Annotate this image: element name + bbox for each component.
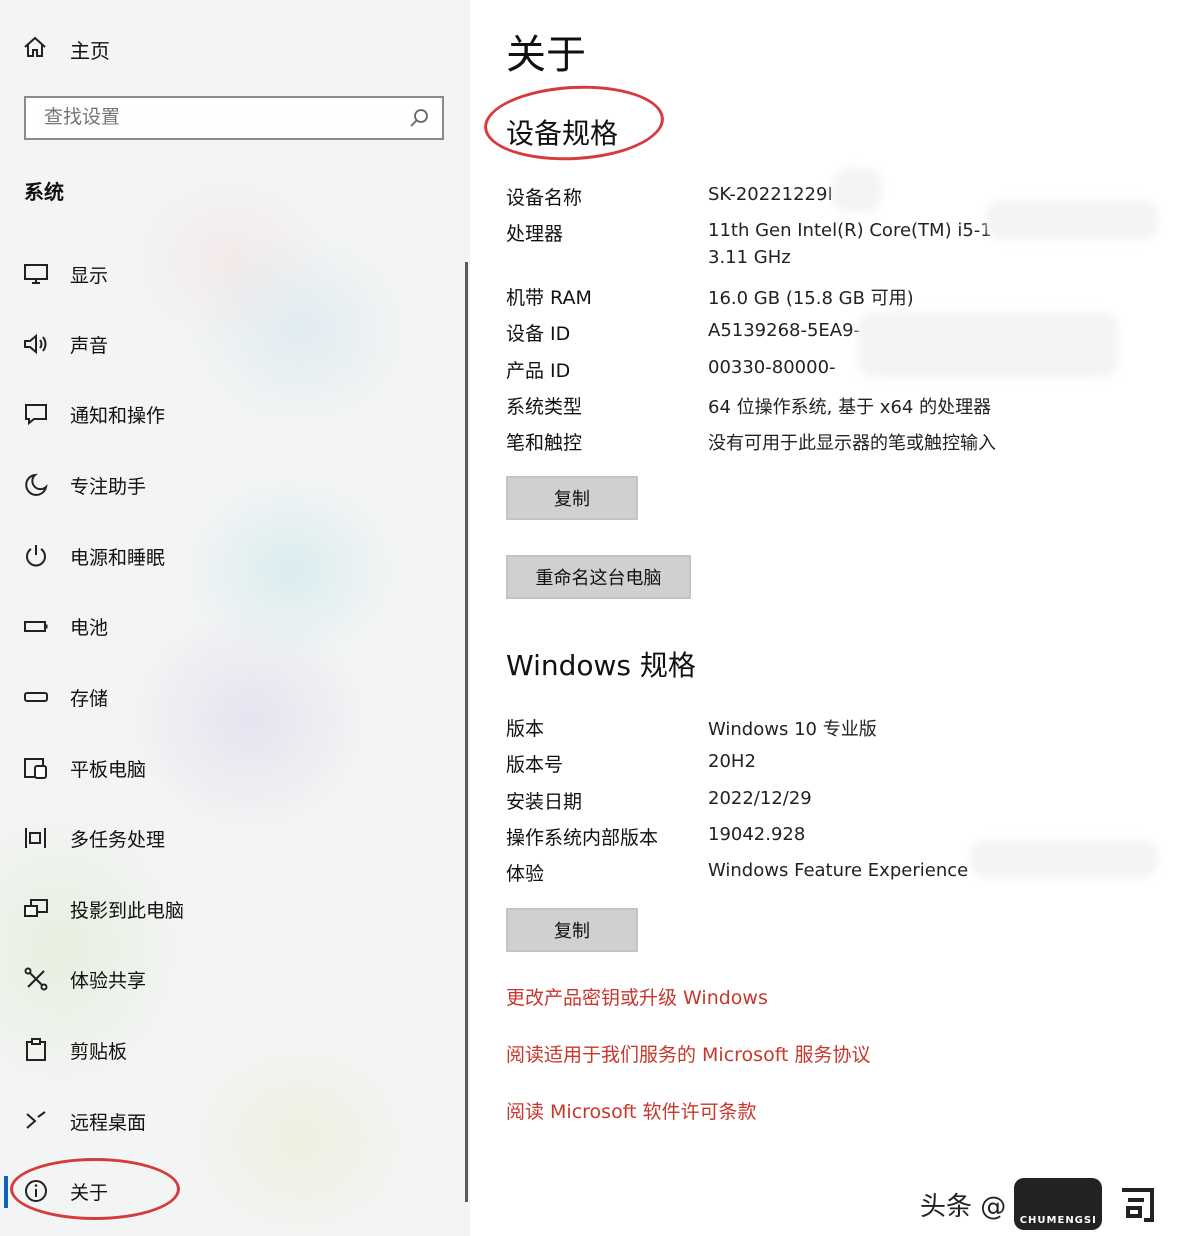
multitask-icon bbox=[22, 824, 50, 852]
spec-label: 产品 ID bbox=[506, 360, 571, 382]
copy-windows-specs-button[interactable]: 复制 bbox=[506, 908, 638, 952]
spec-value: 64 位操作系统, 基于 x64 的处理器 bbox=[708, 397, 992, 418]
spec-label: 处理器 bbox=[506, 223, 564, 245]
sidebar-item-shared-experiences[interactable]: 体验共享 bbox=[22, 959, 146, 999]
spec-label: 设备名称 bbox=[506, 187, 583, 209]
sidebar-item-clipboard[interactable]: 剪贴板 bbox=[22, 1030, 127, 1070]
spec-label: 系统类型 bbox=[506, 396, 583, 418]
sidebar-item-sound[interactable]: 声音 bbox=[22, 324, 108, 364]
share-icon bbox=[22, 965, 50, 993]
search-input[interactable] bbox=[42, 105, 406, 129]
spec-value: 19042.928 bbox=[708, 824, 806, 845]
sidebar-item-label: 体验共享 bbox=[70, 969, 147, 992]
moon-icon bbox=[22, 471, 50, 499]
watermark-logo-mark bbox=[1110, 1178, 1166, 1230]
sidebar-item-label: 显示 bbox=[70, 264, 109, 287]
spec-value: 11th Gen Intel(R) Core(TM) i5-1 bbox=[708, 220, 992, 241]
spec-value: SK-20221229I bbox=[708, 184, 833, 205]
watermark: 头条 @ CHUMENGSI bbox=[920, 1178, 1166, 1230]
sidebar-item-label: 存储 bbox=[70, 687, 109, 710]
sidebar-item-label: 声音 bbox=[70, 334, 109, 357]
spec-value: 00330-80000- bbox=[708, 357, 836, 378]
rename-pc-button[interactable]: 重命名这台电脑 bbox=[506, 555, 691, 599]
sidebar-item-notifications[interactable]: 通知和操作 bbox=[22, 394, 165, 434]
settings-sidebar: 主页 系统 显示 声音 通知和操作 专注助手 电源和睡眠 电池 存储 平板电脑 bbox=[0, 0, 470, 1236]
annotation-circle-device-specs bbox=[482, 81, 666, 165]
sidebar-item-label: 通知和操作 bbox=[70, 404, 166, 427]
sidebar-item-multitasking[interactable]: 多任务处理 bbox=[22, 818, 165, 858]
speaker-icon bbox=[22, 330, 50, 358]
sidebar-item-label: 电源和睡眠 bbox=[70, 546, 166, 569]
spec-value: 16.0 GB (15.8 GB 可用) bbox=[708, 288, 914, 309]
spec-value: 没有可用于此显示器的笔或触控输入 bbox=[708, 433, 996, 454]
sidebar-item-label: 远程桌面 bbox=[70, 1111, 147, 1134]
notification-icon bbox=[22, 400, 50, 428]
remote-icon bbox=[22, 1107, 50, 1135]
battery-icon bbox=[22, 612, 50, 640]
spec-value: Windows 10 专业版 bbox=[708, 719, 877, 740]
spec-label: 设备 ID bbox=[506, 323, 571, 345]
license-terms-link[interactable]: 阅读 Microsoft 软件许可条款 bbox=[506, 1097, 757, 1124]
spec-label: 体验 bbox=[506, 863, 545, 885]
spec-label: 操作系统内部版本 bbox=[506, 827, 659, 849]
home-nav-item[interactable]: 主页 bbox=[22, 34, 110, 65]
search-box[interactable] bbox=[24, 96, 444, 140]
sidebar-item-focus-assist[interactable]: 专注助手 bbox=[22, 465, 146, 505]
power-icon bbox=[22, 542, 50, 570]
spec-value: 2022/12/29 bbox=[708, 788, 812, 809]
sidebar-item-project[interactable]: 投影到此电脑 bbox=[22, 889, 184, 929]
sidebar-item-label: 投影到此电脑 bbox=[70, 899, 185, 922]
tablet-icon bbox=[22, 754, 50, 782]
sidebar-item-label: 电池 bbox=[70, 616, 109, 639]
spec-label: 笔和触控 bbox=[506, 432, 583, 454]
change-product-key-link[interactable]: 更改产品密钥或升级 Windows bbox=[506, 983, 768, 1010]
spec-value: A5139268-5EA9- bbox=[708, 320, 861, 341]
spec-label: 安装日期 bbox=[506, 791, 583, 813]
sidebar-item-remote-desktop[interactable]: 远程桌面 bbox=[22, 1101, 146, 1141]
spec-label: 机带 RAM bbox=[506, 287, 592, 309]
watermark-text: 头条 @ bbox=[920, 1191, 1007, 1222]
sidebar-scrollbar[interactable] bbox=[465, 262, 468, 1202]
spec-value: 3.11 GHz bbox=[708, 247, 791, 268]
spec-label: 版本 bbox=[506, 718, 545, 740]
monitor-icon bbox=[22, 260, 50, 288]
section-title: 系统 bbox=[24, 180, 64, 204]
sidebar-item-display[interactable]: 显示 bbox=[22, 254, 108, 294]
sidebar-item-label: 剪贴板 bbox=[70, 1040, 128, 1063]
storage-icon bbox=[22, 683, 50, 711]
project-icon bbox=[22, 895, 50, 923]
annotation-circle-about bbox=[10, 1158, 180, 1220]
redaction-blur bbox=[986, 200, 1158, 240]
active-indicator bbox=[4, 1176, 8, 1208]
sidebar-item-label: 多任务处理 bbox=[70, 828, 166, 851]
home-label: 主页 bbox=[70, 39, 110, 63]
sidebar-item-label: 专注助手 bbox=[70, 475, 147, 498]
about-page: 关于 设备规格 设备名称 SK-20221229I 处理器 11th Gen I… bbox=[470, 0, 1198, 1236]
sidebar-item-label: 平板电脑 bbox=[70, 758, 147, 781]
watermark-logo: CHUMENGSI bbox=[1014, 1178, 1103, 1230]
redaction-blur bbox=[970, 840, 1158, 878]
sidebar-item-storage[interactable]: 存储 bbox=[22, 677, 108, 717]
spec-value: Windows Feature Experience bbox=[708, 860, 969, 881]
copy-device-specs-button[interactable]: 复制 bbox=[506, 476, 638, 520]
redaction-blur bbox=[832, 168, 882, 212]
spec-label: 版本号 bbox=[506, 754, 564, 776]
sidebar-item-tablet[interactable]: 平板电脑 bbox=[22, 748, 146, 788]
home-icon bbox=[22, 34, 48, 65]
spec-value: 20H2 bbox=[708, 751, 756, 772]
page-title: 关于 bbox=[506, 32, 586, 78]
clipboard-icon bbox=[22, 1036, 50, 1064]
sidebar-item-power[interactable]: 电源和睡眠 bbox=[22, 536, 165, 576]
sidebar-item-battery[interactable]: 电池 bbox=[22, 606, 108, 646]
redaction-blur bbox=[858, 312, 1118, 378]
service-agreement-link[interactable]: 阅读适用于我们服务的 Microsoft 服务协议 bbox=[506, 1040, 871, 1067]
windows-specs-heading: Windows 规格 bbox=[506, 649, 696, 682]
search-icon[interactable] bbox=[408, 107, 430, 133]
